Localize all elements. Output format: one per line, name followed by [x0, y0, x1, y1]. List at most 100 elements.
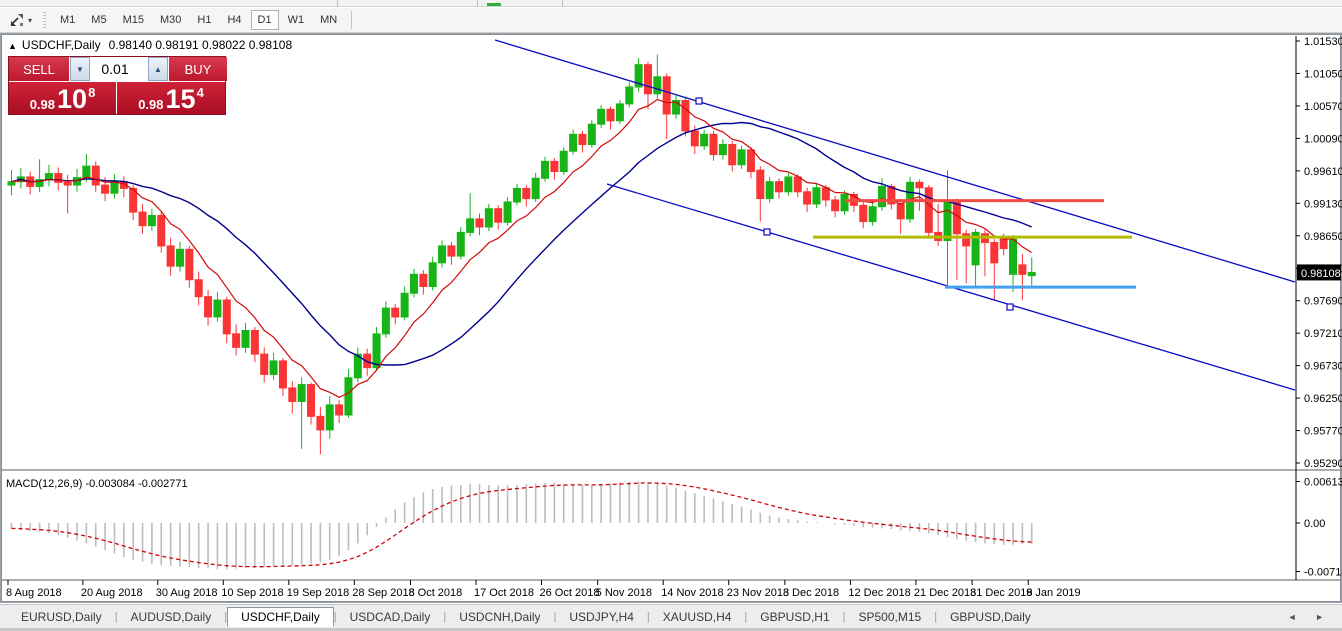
candle-down [139, 212, 146, 226]
date-axis-label: 26 Oct 2018 [540, 587, 600, 599]
candle-up [598, 109, 605, 124]
price-axis-label: 0.97690 [1304, 296, 1342, 308]
candle-up [701, 134, 708, 145]
candle-down [64, 182, 71, 185]
date-axis-label: 17 Oct 2018 [474, 587, 534, 599]
candle-up [766, 182, 773, 199]
candle-down [710, 134, 717, 154]
collapse-triangle-icon[interactable]: ▲ [8, 41, 17, 51]
buy-price-sup: 4 [197, 85, 204, 100]
price-axis-label: 0.96250 [1304, 393, 1342, 405]
lot-increase-button[interactable]: ▲ [148, 57, 168, 81]
candle-down [158, 215, 165, 245]
candle-up [485, 209, 492, 227]
chart-tab-eurusd-daily[interactable]: EURUSD,Daily [8, 608, 115, 626]
trendline-handle[interactable] [696, 98, 702, 104]
buy-price-big: 15 [166, 88, 196, 111]
candle-down [579, 134, 586, 144]
price-axis-label: 0.95770 [1304, 426, 1342, 438]
candle-up [1010, 239, 1017, 274]
candle-down [392, 308, 399, 317]
buy-button[interactable]: BUY [169, 57, 227, 81]
candle-down [261, 354, 268, 374]
candle-down [289, 388, 296, 402]
candle-down [691, 131, 698, 146]
chart-tab-usdjpy-h4[interactable]: USDJPY,H4 [556, 608, 646, 626]
chart-tab-gbpusd-h1[interactable]: GBPUSD,H1 [747, 608, 842, 626]
price-axis-label: 1.01530 [1304, 36, 1342, 48]
candle-down [729, 144, 736, 164]
candle-down [551, 161, 558, 171]
candle-down [682, 101, 689, 131]
date-axis-label: 31 Dec 2018 [970, 587, 1032, 599]
candle-up [616, 104, 623, 121]
chart-tab-sp500-m15[interactable]: SP500,M15 [846, 608, 935, 626]
price-axis-label: 0.96730 [1304, 361, 1342, 373]
date-axis-label: 14 Nov 2018 [661, 587, 723, 599]
candle-up [148, 215, 155, 225]
candle-up [570, 134, 577, 151]
candle-up [878, 186, 885, 206]
lot-decrease-button[interactable]: ▼ [70, 57, 90, 81]
candle-up [560, 151, 567, 171]
candle-down [233, 334, 240, 348]
candle-down [832, 200, 839, 211]
price-axis-label: 1.00570 [1304, 101, 1342, 113]
candle-down [523, 188, 530, 198]
sell-price-sup: 8 [88, 85, 95, 100]
price-axis-label: 1.01050 [1304, 68, 1342, 80]
candle-up [467, 219, 474, 233]
mt4-terminal: ▾ M1M5M15M30H1H4D1W1MN 1.015301.010501.0… [0, 0, 1342, 631]
candle-down [308, 385, 315, 417]
date-axis-label: 3 Dec 2018 [783, 587, 839, 599]
candle-down [860, 205, 867, 221]
chart-tabs: EURUSD,Daily|AUDUSD,Daily|USDCHF,Daily|U… [8, 606, 1044, 627]
buy-price-prefix: 0.98 [138, 98, 163, 111]
candle-up [785, 177, 792, 192]
candle-down [925, 188, 932, 233]
lot-size-input[interactable]: 0.01 [91, 57, 147, 81]
date-axis-label: 23 Nov 2018 [727, 587, 789, 599]
candle-up [8, 182, 15, 185]
candle-down [251, 330, 258, 354]
candle-down [794, 177, 801, 192]
candle-up [439, 246, 446, 263]
chart-tab-usdcad-daily[interactable]: USDCAD,Daily [337, 608, 444, 626]
tab-scroll-arrows[interactable]: ◄ ► [1288, 612, 1332, 622]
chart-tab-xauusd-h4[interactable]: XAUUSD,H4 [650, 608, 745, 626]
date-axis-label: 20 Aug 2018 [81, 587, 143, 599]
candle-up [401, 293, 408, 317]
candle-down [804, 192, 811, 204]
symbol-period-label: USDCHF,Daily [22, 38, 101, 52]
candle-down [963, 234, 970, 246]
candle-up [410, 274, 417, 293]
chart-tab-audusd-daily[interactable]: AUDUSD,Daily [118, 608, 225, 626]
candle-down [607, 109, 614, 120]
sell-price-button[interactable]: 0.98 10 8 [9, 82, 116, 114]
chart-title: ▲USDCHF,Daily0.98140 0.98191 0.98022 0.9… [8, 38, 292, 52]
date-axis-label: 19 Sep 2018 [287, 587, 349, 599]
date-axis-label: 8 Oct 2018 [408, 587, 462, 599]
sell-price-big: 10 [57, 88, 87, 111]
sell-button[interactable]: SELL [9, 57, 69, 81]
candle-down [223, 300, 230, 334]
chart-tab-usdcnh-daily[interactable]: USDCNH,Daily [446, 608, 553, 626]
chart-background[interactable] [2, 35, 1340, 601]
macd-indicator-label: MACD(12,26,9) -0.003084 -0.002771 [6, 478, 188, 490]
chart-tab-gbpusd-daily[interactable]: GBPUSD,Daily [937, 608, 1044, 626]
trendline-handle[interactable] [764, 229, 770, 235]
candle-up [242, 330, 249, 347]
price-axis-label: 0.97210 [1304, 328, 1342, 340]
trendline-handle[interactable] [1007, 304, 1013, 310]
buy-price-button[interactable]: 0.98 15 4 [117, 82, 225, 114]
candle-down [336, 405, 343, 415]
chart-tab-usdchf-daily[interactable]: USDCHF,Daily [227, 607, 334, 627]
candle-up [869, 207, 876, 222]
price-axis-label: 0.98650 [1304, 231, 1342, 243]
candle-down [644, 65, 651, 94]
date-axis-label: 10 Sep 2018 [221, 587, 283, 599]
candle-up [429, 263, 436, 287]
candle-down [822, 188, 829, 200]
date-axis-label: 28 Sep 2018 [352, 587, 414, 599]
candle-up [813, 188, 820, 204]
